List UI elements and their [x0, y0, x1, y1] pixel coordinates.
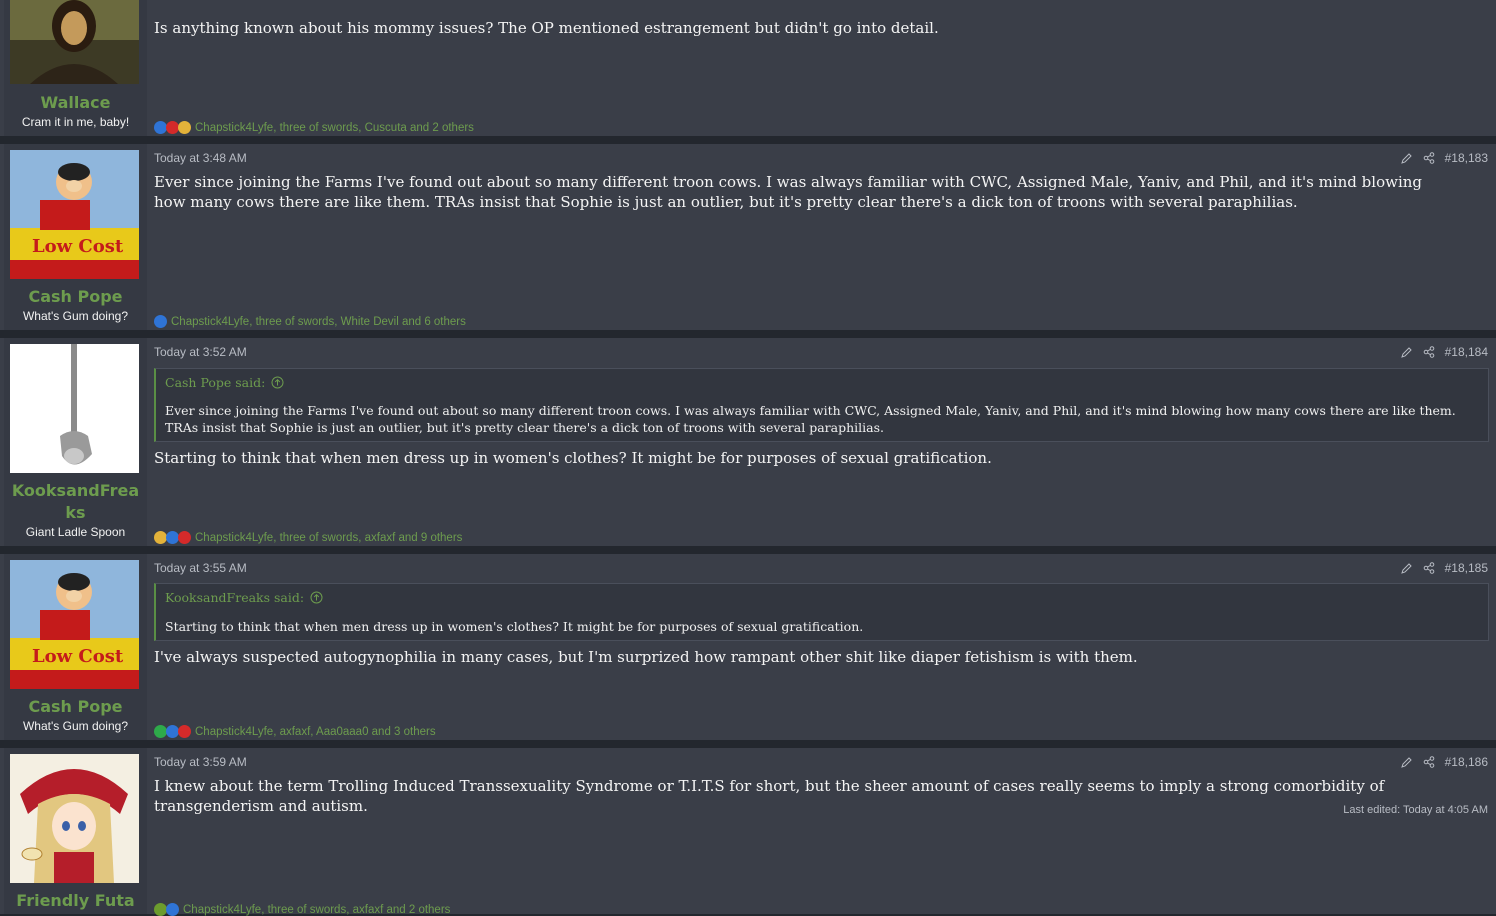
svg-text:Low Cost: Low Cost	[32, 236, 124, 257]
post-body: Ever since joining the Farms I've found …	[154, 173, 1422, 211]
post-body: Starting to think that when men dress up…	[154, 449, 992, 467]
user-panel: KooksandFreaks Giant Ladle Spoon	[4, 338, 147, 546]
user-title: Giant Ladle Spoon	[25, 525, 126, 539]
post-tools: #18,183	[1400, 151, 1488, 165]
post-timestamp[interactable]: Today at 3:59 AM	[154, 755, 247, 769]
post: Low Cost Cash Pope What's Gum doing? Tod…	[0, 554, 1496, 740]
quote-author[interactable]: Cash Pope said:	[165, 375, 265, 390]
user-panel: Friendly Futa	[4, 748, 147, 914]
post: Wallace Cram it in me, baby! Is anything…	[0, 0, 1496, 136]
post-number-link[interactable]: #18,183	[1445, 151, 1488, 165]
avatar-image	[10, 754, 139, 883]
quote-body: Starting to think that when men dress up…	[165, 619, 864, 634]
post-tools: #18,185	[1400, 561, 1488, 575]
heart-reaction-icon	[178, 725, 191, 738]
avatar[interactable]: Low Cost	[10, 560, 139, 689]
post: KooksandFreaks Giant Ladle Spoon Today a…	[0, 338, 1496, 546]
thinking-reaction-icon	[178, 121, 191, 134]
like-reaction-icon	[154, 315, 167, 328]
username[interactable]: KooksandFreaks	[4, 480, 147, 524]
username[interactable]: Friendly Futa	[4, 890, 147, 912]
user-title: What's Gum doing?	[22, 309, 128, 323]
avatar-image: Low Cost	[10, 560, 139, 689]
quote-block: KooksandFreaks said: Starting to think t…	[154, 583, 1489, 641]
edit-icon[interactable]	[1400, 346, 1413, 358]
post-body: I knew about the term Trolling Induced T…	[154, 777, 1385, 815]
reactions-bar[interactable]: Chapstick4Lyfe, three of swords, axfaxf …	[154, 531, 462, 544]
avatar[interactable]	[10, 754, 139, 883]
username[interactable]: Wallace	[4, 92, 147, 114]
user-panel: Low Cost Cash Pope What's Gum doing?	[4, 144, 147, 330]
username[interactable]: Cash Pope	[4, 696, 147, 718]
avatar[interactable]: Low Cost	[10, 150, 139, 279]
share-icon[interactable]	[1423, 756, 1435, 768]
avatar-image: Low Cost	[10, 150, 139, 279]
avatar[interactable]	[10, 0, 139, 84]
reactions-list[interactable]: Chapstick4Lyfe, three of swords, Cuscuta…	[195, 122, 474, 134]
post-body: I've always suspected autogynophilia in …	[154, 648, 1138, 666]
user-panel: Wallace Cram it in me, baby!	[4, 0, 147, 136]
share-icon[interactable]	[1423, 152, 1435, 164]
reactions-bar[interactable]: Chapstick4Lyfe, three of swords, White D…	[154, 315, 466, 328]
share-icon[interactable]	[1423, 562, 1435, 574]
post: Low Cost Cash Pope What's Gum doing? Tod…	[0, 144, 1496, 330]
post-timestamp[interactable]: Today at 3:48 AM	[154, 151, 247, 165]
share-icon[interactable]	[1423, 346, 1435, 358]
user-title: Cram it in me, baby!	[21, 115, 130, 129]
reactions-bar[interactable]: Chapstick4Lyfe, three of swords, Cuscuta…	[154, 121, 474, 134]
quote-body: Ever since joining the Farms I've found …	[165, 403, 1456, 435]
edit-icon[interactable]	[1400, 756, 1413, 768]
reactions-list[interactable]: Chapstick4Lyfe, three of swords, axfaxf …	[195, 532, 462, 544]
quote-author[interactable]: KooksandFreaks said:	[165, 590, 304, 605]
post-timestamp[interactable]: Today at 3:52 AM	[154, 345, 247, 359]
edit-icon[interactable]	[1400, 562, 1413, 574]
last-edited: Last edited: Today at 4:05 AM	[1343, 804, 1488, 816]
quote-block: Cash Pope said: Ever since joining the F…	[154, 368, 1489, 442]
reactions-list[interactable]: Chapstick4Lyfe, axfaxf, Aaa0aaa0 and 3 o…	[195, 726, 436, 738]
user-panel: Low Cost Cash Pope What's Gum doing?	[4, 554, 147, 740]
post: Friendly Futa Today at 3:59 AM #18,186 I…	[0, 748, 1496, 916]
quote-header[interactable]: Cash Pope said:	[165, 375, 284, 390]
user-title: What's Gum doing?	[22, 719, 128, 733]
quote-header[interactable]: KooksandFreaks said:	[165, 590, 323, 605]
post-number-link[interactable]: #18,186	[1445, 755, 1488, 769]
post-tools: #18,184	[1400, 345, 1488, 359]
post-tools: #18,186	[1400, 755, 1488, 769]
arrow-up-circle-icon[interactable]	[271, 376, 284, 389]
reactions-list[interactable]: Chapstick4Lyfe, three of swords, White D…	[171, 316, 466, 328]
post-number-link[interactable]: #18,185	[1445, 561, 1488, 575]
post-body: Is anything known about his mommy issues…	[154, 19, 939, 37]
username[interactable]: Cash Pope	[4, 286, 147, 308]
like-reaction-icon	[166, 903, 179, 916]
arrow-up-circle-icon[interactable]	[310, 591, 323, 604]
avatar-image	[10, 0, 139, 84]
post-number-link[interactable]: #18,184	[1445, 345, 1488, 359]
reactions-bar[interactable]: Chapstick4Lyfe, axfaxf, Aaa0aaa0 and 3 o…	[154, 725, 436, 738]
avatar-image	[10, 344, 139, 473]
reactions-bar[interactable]: Chapstick4Lyfe, three of swords, axfaxf …	[154, 903, 450, 916]
heart-reaction-icon	[178, 531, 191, 544]
svg-text:Low Cost: Low Cost	[32, 646, 124, 667]
post-timestamp[interactable]: Today at 3:55 AM	[154, 561, 247, 575]
avatar[interactable]	[10, 344, 139, 473]
edit-icon[interactable]	[1400, 152, 1413, 164]
